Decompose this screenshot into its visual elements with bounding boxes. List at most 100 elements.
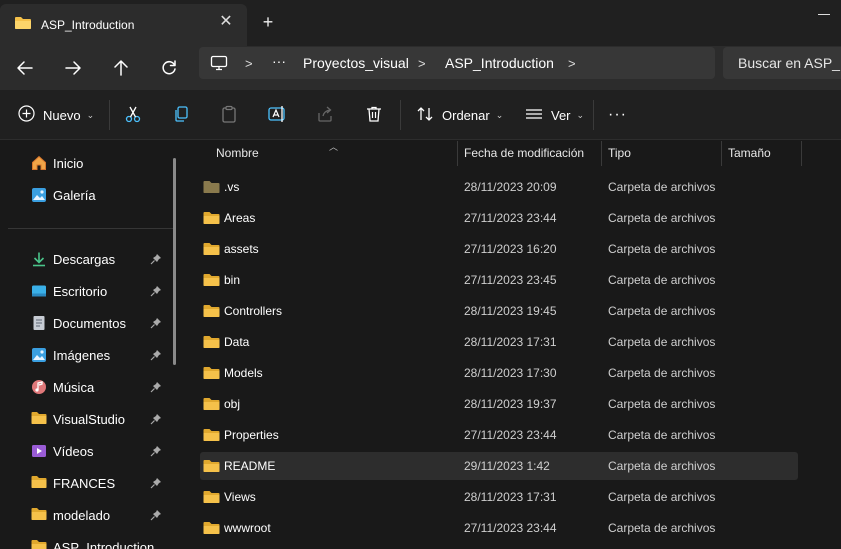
file-row[interactable]: wwwroot 27/11/2023 23:44 Carpeta de archiv…: [200, 514, 798, 542]
delete-button[interactable]: [365, 104, 383, 126]
file-modified-date: 28/11/2023 17:30: [464, 366, 557, 380]
file-name: Views: [224, 490, 256, 504]
back-arrow-icon[interactable]: [13, 56, 37, 80]
trash-icon: [365, 105, 383, 126]
share-button[interactable]: [316, 104, 334, 126]
column-divider[interactable]: [457, 141, 458, 166]
pin-icon[interactable]: [150, 477, 162, 492]
address-bar[interactable]: > ··· Proyectos_visual > ASP_Introductio…: [199, 47, 715, 79]
minimize-button[interactable]: [818, 14, 830, 15]
file-row[interactable]: Views 28/11/2023 17:31 Carpeta de archivos: [200, 483, 798, 511]
file-type: Carpeta de archivos: [608, 304, 716, 318]
new-button[interactable]: Nuevo ⌄: [18, 104, 94, 126]
up-arrow-icon[interactable]: [109, 56, 133, 80]
sidebar-item-modelado[interactable]: modelado: [0, 501, 170, 529]
folder-icon: [203, 490, 220, 507]
file-row[interactable]: Data 28/11/2023 17:31 Carpeta de archivos: [200, 328, 798, 356]
file-row[interactable]: Areas 27/11/2023 23:44 Carpeta de archivos: [200, 204, 798, 232]
folder-icon: [203, 180, 220, 197]
sidebar-item-galeria[interactable]: Galería: [0, 181, 170, 209]
paste-button[interactable]: [220, 104, 238, 126]
clipboard-icon: [220, 105, 238, 126]
chevron-right-icon[interactable]: >: [418, 56, 426, 71]
close-icon[interactable]: ✕: [218, 14, 234, 30]
navigation-bar: > ··· Proyectos_visual > ASP_Introductio…: [0, 46, 841, 90]
file-name: Controllers: [224, 304, 283, 318]
sidebar-item-escritorio[interactable]: Escritorio: [0, 277, 170, 305]
file-row[interactable]: README 29/11/2023 1:42 Carpeta de archivos: [200, 452, 798, 480]
file-row[interactable]: Models 28/11/2023 17:30 Carpeta de archivo…: [200, 359, 798, 387]
sort-button[interactable]: Ordenar ⌄: [416, 104, 503, 126]
search-box[interactable]: Buscar en ASP_Introduction: [723, 47, 841, 79]
sidebar-item-asp-introduction[interactable]: ASP_Introduction: [0, 533, 170, 549]
view-button[interactable]: Ver ⌄: [525, 104, 584, 126]
column-header-name[interactable]: Nombre: [216, 146, 259, 160]
music-icon: [31, 379, 47, 395]
sidebar-item-videos[interactable]: Vídeos: [0, 437, 170, 465]
toolbar-divider: [109, 100, 110, 130]
share-icon: [316, 105, 334, 126]
file-row[interactable]: Controllers 28/11/2023 19:45 Carpeta de ar…: [200, 297, 798, 325]
file-modified-date: 28/11/2023 19:37: [464, 397, 557, 411]
new-tab-button[interactable]: +: [260, 13, 276, 31]
refresh-icon[interactable]: [157, 56, 181, 80]
file-type: Carpeta de archivos: [608, 211, 716, 225]
pin-icon[interactable]: [150, 381, 162, 396]
more-options-button[interactable]: ···: [608, 104, 627, 126]
title-bar: ASP_Introduction ✕ +: [0, 0, 841, 46]
pin-icon[interactable]: [150, 509, 162, 524]
pin-icon[interactable]: [150, 317, 162, 332]
download-icon: [31, 251, 47, 267]
pin-icon[interactable]: [150, 413, 162, 428]
sort-ascending-icon: ︿: [329, 142, 339, 152]
breadcrumb-proyectos-visual[interactable]: Proyectos_visual: [303, 55, 409, 71]
sidebar-item-imagenes[interactable]: Imágenes: [0, 341, 170, 369]
command-toolbar: Nuevo ⌄ Ordenar ⌄ Ver ⌄ ···: [0, 90, 841, 140]
sidebar-item-musica[interactable]: Música: [0, 373, 170, 401]
sidebar-item-visualstudio[interactable]: VisualStudio: [0, 405, 170, 433]
chevron-right-icon[interactable]: >: [568, 56, 576, 71]
cut-button[interactable]: [124, 104, 142, 126]
home-icon: [31, 155, 47, 171]
sidebar-item-frances[interactable]: FRANCES: [0, 469, 170, 497]
file-name: Properties: [224, 428, 279, 442]
tab-asp-introduction[interactable]: ASP_Introduction ✕: [0, 4, 247, 46]
tab-title: ASP_Introduction: [41, 18, 135, 32]
sidebar-item-label: Documentos: [53, 316, 126, 331]
sidebar-scrollbar[interactable]: [173, 158, 176, 365]
column-header-modified[interactable]: Fecha de modificación: [464, 146, 584, 160]
address-overflow-ellipsis[interactable]: ···: [272, 53, 286, 69]
rename-button[interactable]: [268, 104, 288, 126]
chevron-right-icon[interactable]: >: [245, 56, 253, 71]
sidebar-item-documentos[interactable]: Documentos: [0, 309, 170, 337]
column-header-type[interactable]: Tipo: [608, 146, 631, 160]
column-divider[interactable]: [721, 141, 722, 166]
pin-icon[interactable]: [150, 349, 162, 364]
computer-icon: [210, 55, 228, 74]
column-divider[interactable]: [601, 141, 602, 166]
column-divider[interactable]: [801, 141, 802, 166]
copy-button[interactable]: [172, 104, 190, 126]
file-name: assets: [224, 242, 259, 256]
toolbar-divider: [593, 100, 594, 130]
file-row[interactable]: bin 27/11/2023 23:45 Carpeta de archivos: [200, 266, 798, 294]
sidebar-item-descargas[interactable]: Descargas: [0, 245, 170, 273]
pin-icon[interactable]: [150, 285, 162, 300]
pin-icon[interactable]: [150, 445, 162, 460]
file-type: Carpeta de archivos: [608, 180, 716, 194]
file-row[interactable]: Properties 27/11/2023 23:44 Carpeta de arc…: [200, 421, 798, 449]
rename-icon: [268, 105, 288, 126]
breadcrumb-asp-introduction[interactable]: ASP_Introduction: [445, 55, 554, 71]
file-type: Carpeta de archivos: [608, 490, 716, 504]
file-row[interactable]: obj 28/11/2023 19:37 Carpeta de archivos: [200, 390, 798, 418]
column-header-size[interactable]: Tamaño: [728, 146, 771, 160]
file-modified-date: 27/11/2023 23:45: [464, 273, 557, 287]
forward-arrow-icon[interactable]: [61, 56, 85, 80]
file-row[interactable]: .vs 28/11/2023 20:09 Carpeta de archivos: [200, 173, 798, 201]
sidebar-item-label: ASP_Introduction: [53, 540, 155, 549]
file-row[interactable]: assets 27/11/2023 16:20 Carpeta de archivo…: [200, 235, 798, 263]
sidebar-item-inicio[interactable]: Inicio: [0, 149, 170, 177]
file-list: Nombre ︿ Fecha de modificación Tipo Tama…: [186, 141, 841, 549]
folder-icon: [31, 539, 47, 549]
pin-icon[interactable]: [150, 253, 162, 268]
